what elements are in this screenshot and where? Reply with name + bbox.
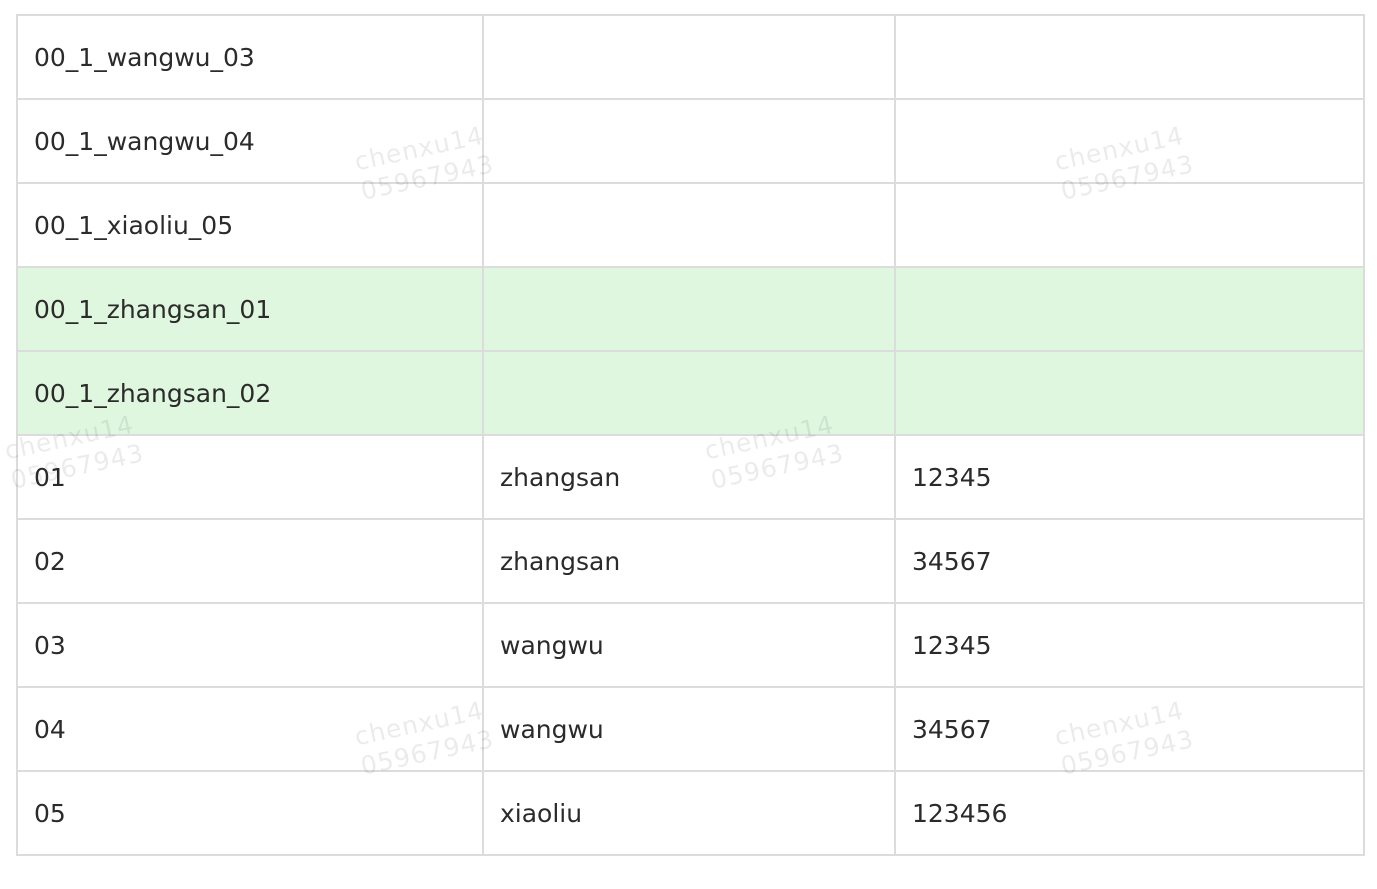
data-table: 00_1_wangwu_03 00_1_wangwu_04 00_1_xiaoliu… <box>16 14 1365 856</box>
table-row[interactable]: 00_1_zhangsan_02 <box>16 350 1365 436</box>
table-cell: wangwu <box>482 686 896 772</box>
table-cell: 04 <box>16 686 484 772</box>
table-row[interactable]: 02 zhangsan 34567 <box>16 518 1365 604</box>
table-cell: 05 <box>16 770 484 856</box>
table-cell: 12345 <box>894 434 1365 520</box>
table-row[interactable]: 05 xiaoliu 123456 <box>16 770 1365 856</box>
table-cell <box>894 266 1365 352</box>
table-cell <box>482 266 896 352</box>
table-cell: 00_1_wangwu_03 <box>16 14 484 100</box>
table-cell: zhangsan <box>482 518 896 604</box>
table-cell: 00_1_zhangsan_02 <box>16 350 484 436</box>
table-cell <box>894 14 1365 100</box>
table-cell: 00_1_zhangsan_01 <box>16 266 484 352</box>
table-row[interactable]: 00_1_wangwu_04 <box>16 98 1365 184</box>
table-row[interactable]: 01 zhangsan 12345 <box>16 434 1365 520</box>
table-cell: wangwu <box>482 602 896 688</box>
table-cell: 34567 <box>894 518 1365 604</box>
table-cell: xiaoliu <box>482 770 896 856</box>
table-cell: 00_1_wangwu_04 <box>16 98 484 184</box>
table-row[interactable]: 03 wangwu 12345 <box>16 602 1365 688</box>
table-cell: 01 <box>16 434 484 520</box>
table-cell <box>482 350 896 436</box>
table-cell <box>894 350 1365 436</box>
table-cell: zhangsan <box>482 434 896 520</box>
table-cell: 12345 <box>894 602 1365 688</box>
table-cell <box>894 182 1365 268</box>
table-cell <box>482 98 896 184</box>
table-cell <box>482 182 896 268</box>
table-row[interactable]: 00_1_xiaoliu_05 <box>16 182 1365 268</box>
table-row[interactable]: 00_1_zhangsan_01 <box>16 266 1365 352</box>
table-row[interactable]: 04 wangwu 34567 <box>16 686 1365 772</box>
table-cell: 02 <box>16 518 484 604</box>
table-cell: 34567 <box>894 686 1365 772</box>
table-cell: 123456 <box>894 770 1365 856</box>
table-cell <box>482 14 896 100</box>
table-row[interactable]: 00_1_wangwu_03 <box>16 14 1365 100</box>
table-cell: 00_1_xiaoliu_05 <box>16 182 484 268</box>
table-cell <box>894 98 1365 184</box>
table-cell: 03 <box>16 602 484 688</box>
